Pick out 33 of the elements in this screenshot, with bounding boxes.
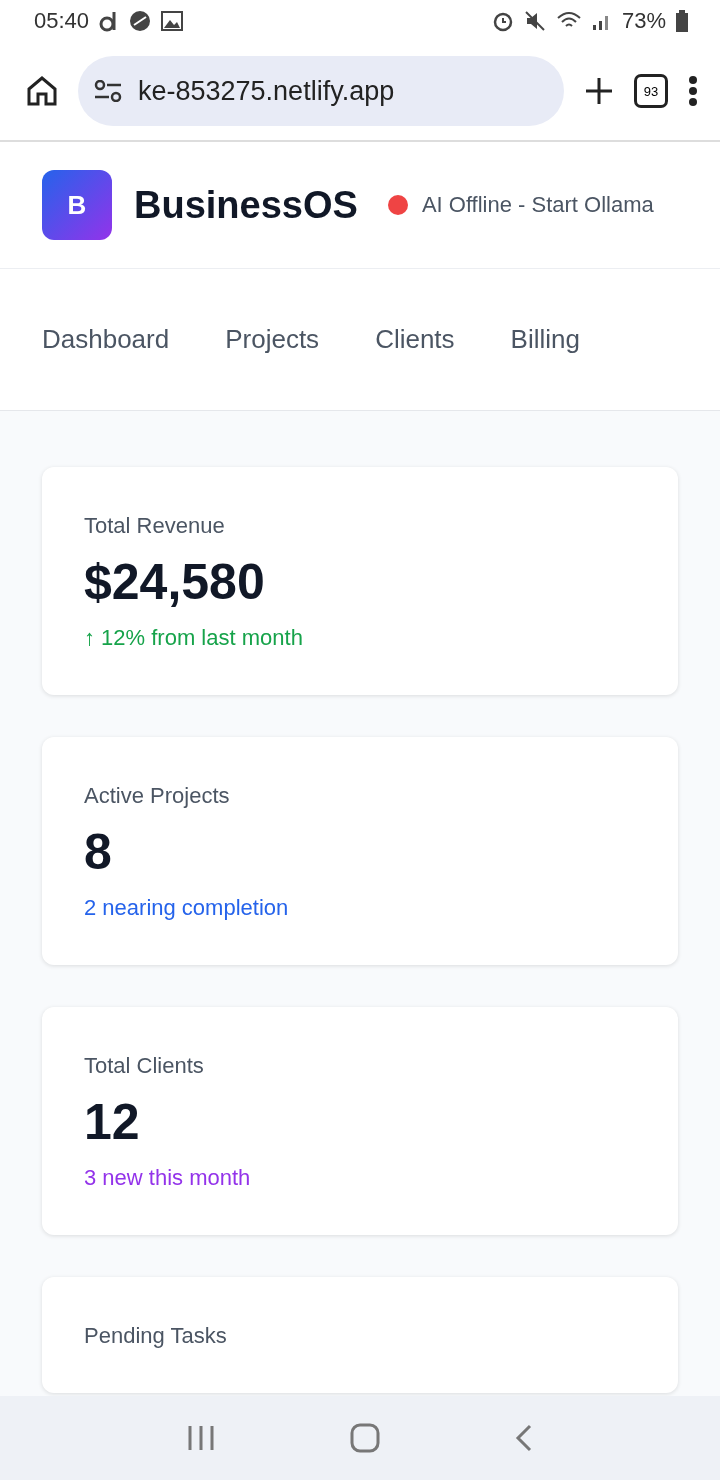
ai-status-text: AI Offline - Start Ollama: [421, 192, 654, 218]
tab-count-button[interactable]: 93: [634, 74, 668, 108]
nav-tab[interactable]: Clients: [375, 324, 455, 355]
app-title: BusinessOS: [134, 183, 358, 227]
stat-label: Total Clients: [84, 1053, 205, 1079]
stat-value: 8: [84, 823, 113, 881]
recent-apps-icon[interactable]: [187, 1425, 216, 1451]
stat-label: Pending Tasks: [84, 1323, 228, 1349]
stat-value: $24,580: [84, 553, 266, 611]
nav-tab[interactable]: Projects: [225, 324, 320, 355]
nav-tab[interactable]: Billing: [510, 324, 580, 355]
mute-icon: [523, 10, 546, 32]
stat-value: 12: [84, 1093, 141, 1151]
stat-note: 3 new this month: [84, 1165, 252, 1191]
battery-icon: [676, 10, 688, 32]
home-icon[interactable]: [26, 75, 58, 107]
url-text: ke-853275.netlify.app: [138, 75, 395, 107]
address-bar[interactable]: ke-853275.netlify.app: [78, 56, 564, 126]
more-menu-icon[interactable]: [688, 76, 698, 106]
battery-percentage: 73%: [621, 8, 666, 34]
stat-note: ↑ 12% from last month: [84, 625, 304, 651]
stat-note: 2 nearing completion: [84, 895, 290, 921]
app-logo: B: [42, 170, 112, 240]
nav-tab[interactable]: Dashboard: [42, 324, 170, 355]
new-tab-icon[interactable]: [584, 76, 614, 106]
notification-icon: [129, 10, 152, 32]
clock-time: 05:40: [34, 8, 90, 34]
stat-label: Total Revenue: [84, 513, 226, 539]
image-icon: [161, 11, 184, 31]
stat-label: Active Projects: [84, 783, 231, 809]
alarm-icon: [491, 10, 514, 32]
back-icon[interactable]: [514, 1424, 533, 1452]
site-settings-icon[interactable]: [94, 80, 122, 102]
